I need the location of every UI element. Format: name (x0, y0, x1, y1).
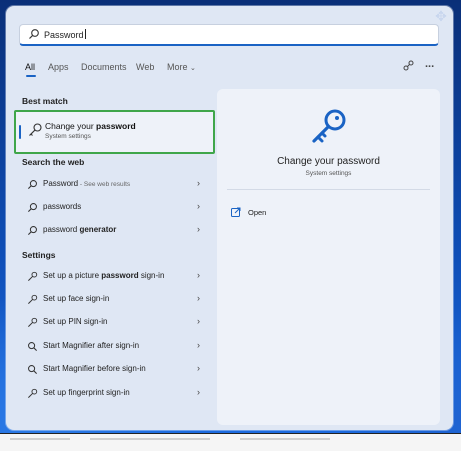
settings-result-label: Set up fingerprint sign-in (43, 388, 130, 397)
search-icon (27, 226, 37, 236)
web-result-label: password generator (43, 225, 117, 234)
settings-result-label: Set up PIN sign-in (43, 317, 108, 326)
tab-all[interactable]: All (25, 62, 35, 72)
tab-more[interactable]: More ⌄ (167, 62, 196, 72)
open-label: Open (248, 208, 267, 217)
key-icon (28, 317, 38, 327)
chevron-right-icon: › (197, 270, 200, 280)
search-input[interactable]: Password (19, 24, 439, 46)
key-icon (29, 123, 42, 136)
magnifier-icon (28, 365, 38, 375)
section-settings: Settings (22, 250, 56, 260)
magnifier-icon (28, 342, 38, 352)
tab-more-label: More (167, 62, 188, 72)
chevron-right-icon: › (197, 363, 200, 373)
chevron-right-icon: › (197, 387, 200, 397)
chevron-right-icon: › (197, 316, 200, 326)
chevron-down-icon: ⌄ (190, 65, 196, 72)
tab-apps[interactable]: Apps (48, 62, 69, 72)
search-query: Password (44, 29, 86, 40)
best-match-subtitle: System settings (45, 133, 91, 140)
web-result-label: passwords (43, 202, 82, 211)
key-icon (28, 294, 38, 304)
best-match-item[interactable]: Change your password System settings (14, 110, 215, 154)
preview-title: Change your password (277, 156, 380, 167)
bottom-bar (0, 433, 461, 451)
web-result-item[interactable]: passwords › (24, 199, 204, 217)
settings-result-item[interactable]: Set up face sign-in › (24, 291, 204, 309)
settings-result-item[interactable]: Start Magnifier before sign-in › (24, 361, 204, 379)
tab-web[interactable]: Web (136, 62, 154, 72)
section-search-web: Search the web (22, 157, 85, 167)
key-icon (28, 388, 38, 398)
section-best-match: Best match (22, 96, 68, 106)
web-result-item[interactable]: Password - See web results › (24, 176, 204, 194)
best-match-title: Change your password (45, 121, 136, 131)
selection-accent (19, 125, 21, 139)
open-icon (231, 207, 241, 217)
move-icon[interactable]: ✥ (433, 8, 449, 24)
settings-result-item[interactable]: Set up PIN sign-in › (24, 314, 204, 332)
settings-result-label: Set up face sign-in (43, 294, 110, 303)
tab-documents[interactable]: Documents (81, 62, 127, 72)
share-icon[interactable] (403, 60, 415, 75)
chevron-right-icon: › (197, 340, 200, 350)
settings-result-label: Start Magnifier before sign-in (43, 364, 146, 373)
search-icon (27, 180, 37, 190)
web-result-item[interactable]: password generator › (24, 222, 204, 240)
preview-pane: Change your password System settings Ope… (217, 89, 440, 425)
chevron-right-icon: › (197, 201, 200, 211)
settings-result-label: Set up a picture password sign-in (43, 271, 165, 280)
settings-result-item[interactable]: Start Magnifier after sign-in › (24, 338, 204, 356)
more-icon[interactable]: ... (425, 58, 434, 70)
settings-result-item[interactable]: Set up a picture password sign-in › (24, 268, 204, 286)
settings-result-label: Start Magnifier after sign-in (43, 341, 140, 350)
settings-result-item[interactable]: Set up fingerprint sign-in › (24, 385, 204, 403)
tab-active-indicator (26, 75, 36, 77)
web-result-label: Password - See web results (43, 179, 131, 188)
chevron-right-icon: › (197, 224, 200, 234)
search-icon (29, 29, 39, 39)
key-icon (28, 271, 38, 281)
search-icon (27, 203, 37, 213)
divider (227, 189, 430, 190)
preview-subtitle: System settings (305, 170, 352, 177)
chevron-right-icon: › (197, 178, 200, 188)
key-icon (312, 109, 346, 143)
chevron-right-icon: › (197, 293, 200, 303)
